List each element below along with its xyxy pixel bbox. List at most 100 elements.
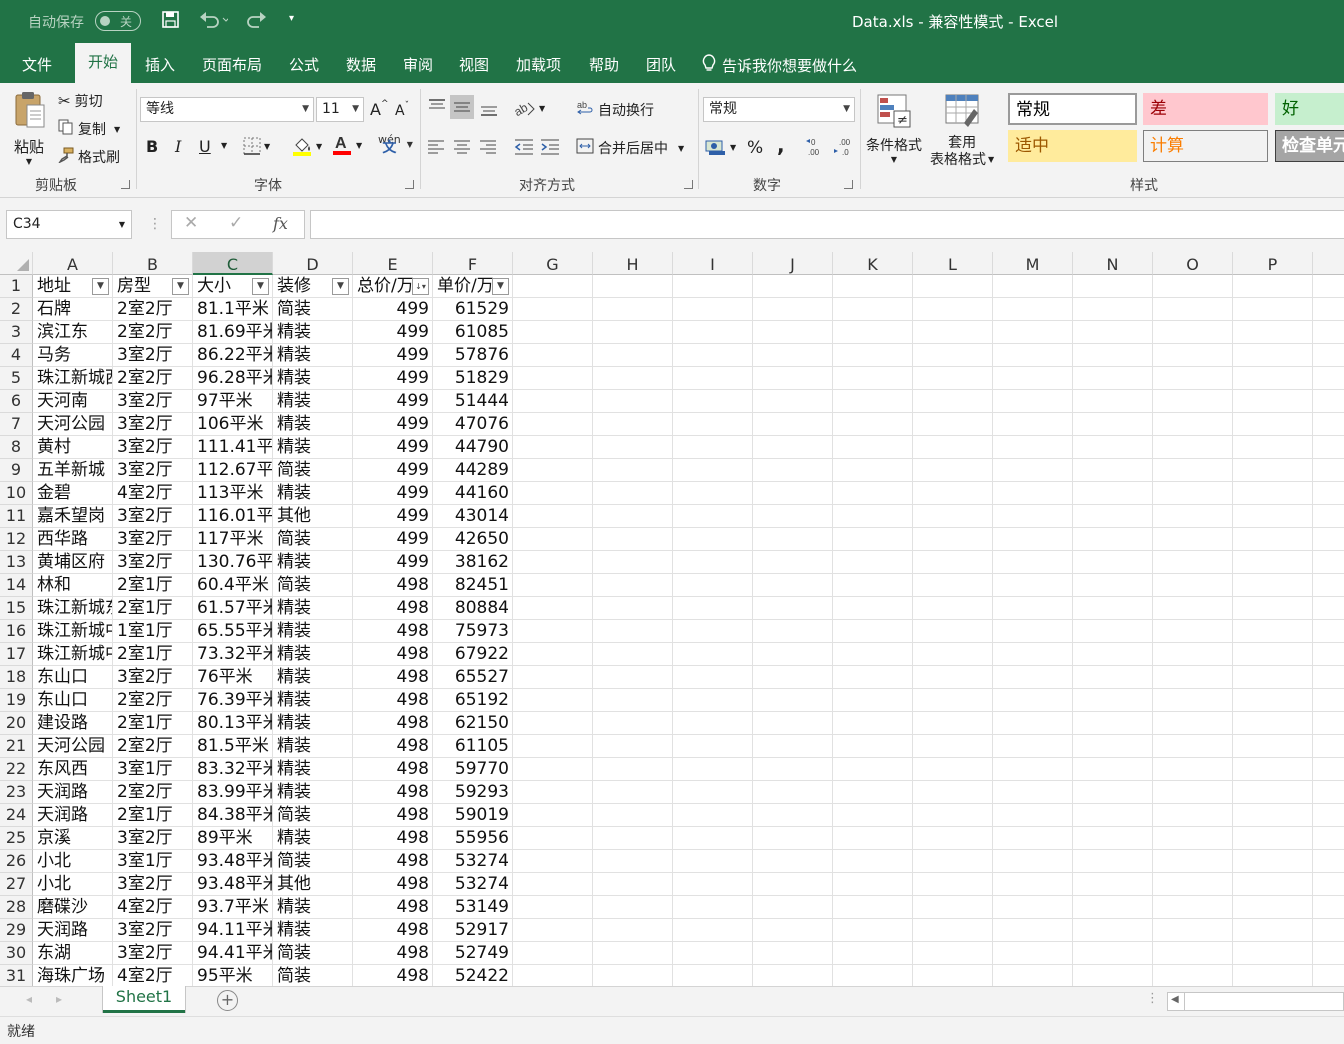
tab-view[interactable]: 视图 <box>459 54 489 75</box>
table-cell[interactable]: 其他 <box>273 505 353 528</box>
empty-cell[interactable] <box>1313 781 1344 804</box>
empty-cell[interactable] <box>1233 781 1313 804</box>
header-cell[interactable]: 地址 ▼ <box>33 275 113 298</box>
style-normal[interactable]: 常规 <box>1008 93 1137 125</box>
empty-cell[interactable] <box>1153 735 1233 758</box>
empty-cell[interactable] <box>593 942 673 965</box>
empty-cell[interactable] <box>753 965 833 986</box>
empty-cell[interactable] <box>753 574 833 597</box>
empty-cell[interactable] <box>593 551 673 574</box>
row-header[interactable]: 3 <box>0 321 33 344</box>
table-cell[interactable]: 82451 <box>433 574 513 597</box>
empty-cell[interactable] <box>1233 620 1313 643</box>
table-cell[interactable]: 61529 <box>433 298 513 321</box>
empty-cell[interactable] <box>1313 712 1344 735</box>
empty-cell[interactable] <box>993 712 1073 735</box>
name-box[interactable]: C34 ▼ <box>6 210 132 239</box>
empty-cell[interactable] <box>673 942 753 965</box>
table-cell[interactable]: 499 <box>353 344 433 367</box>
empty-cell[interactable] <box>753 482 833 505</box>
empty-cell[interactable] <box>1153 321 1233 344</box>
row-header[interactable]: 1 <box>0 275 33 298</box>
empty-cell[interactable] <box>1233 321 1313 344</box>
empty-cell[interactable] <box>1073 390 1153 413</box>
row-header[interactable]: 28 <box>0 896 33 919</box>
empty-cell[interactable] <box>1073 804 1153 827</box>
empty-cell[interactable] <box>1313 390 1344 413</box>
table-cell[interactable]: 天河公园 <box>33 413 113 436</box>
row-header[interactable]: 14 <box>0 574 33 597</box>
empty-cell[interactable] <box>1233 896 1313 919</box>
empty-cell[interactable] <box>1313 482 1344 505</box>
empty-cell[interactable] <box>673 528 753 551</box>
empty-cell[interactable] <box>593 781 673 804</box>
empty-cell[interactable] <box>1233 919 1313 942</box>
empty-cell[interactable] <box>1313 344 1344 367</box>
empty-cell[interactable] <box>833 827 913 850</box>
empty-cell[interactable] <box>1073 505 1153 528</box>
empty-cell[interactable] <box>1073 597 1153 620</box>
empty-cell[interactable] <box>833 942 913 965</box>
worksheet-grid[interactable]: A B C D E F G H I J K L M N O P 1 地址 ▼ 房型 ▼ 大小 ▼ 装修 ▼ 总价/万 ↓▾ 单价/万 ▼… <box>0 252 1344 986</box>
empty-cell[interactable] <box>673 597 753 620</box>
empty-cell[interactable] <box>993 735 1073 758</box>
empty-cell[interactable] <box>753 919 833 942</box>
empty-cell[interactable] <box>1313 413 1344 436</box>
empty-cell[interactable] <box>1233 942 1313 965</box>
empty-cell[interactable] <box>513 758 593 781</box>
cancel-icon[interactable]: ✕ <box>184 213 198 233</box>
empty-cell[interactable] <box>673 275 753 298</box>
filter-dropdown-icon[interactable]: ▼ <box>252 278 269 295</box>
empty-cell[interactable] <box>1313 574 1344 597</box>
table-cell[interactable]: 嘉禾望岗 <box>33 505 113 528</box>
empty-cell[interactable] <box>1233 528 1313 551</box>
empty-cell[interactable] <box>1073 942 1153 965</box>
table-cell[interactable]: 京溪 <box>33 827 113 850</box>
empty-cell[interactable] <box>1073 321 1153 344</box>
empty-cell[interactable] <box>913 919 993 942</box>
table-cell[interactable]: 498 <box>353 666 433 689</box>
empty-cell[interactable] <box>1233 413 1313 436</box>
customize-qat-icon[interactable]: ▾ <box>289 13 294 24</box>
empty-cell[interactable] <box>1313 597 1344 620</box>
table-cell[interactable]: 4室2厅 <box>113 896 193 919</box>
empty-cell[interactable] <box>833 712 913 735</box>
empty-cell[interactable] <box>1073 919 1153 942</box>
table-cell[interactable]: 3室2厅 <box>113 459 193 482</box>
row-header[interactable]: 31 <box>0 965 33 986</box>
table-cell[interactable]: 60.4平米 <box>193 574 273 597</box>
table-cell[interactable]: 498 <box>353 896 433 919</box>
table-cell[interactable]: 52917 <box>433 919 513 942</box>
empty-cell[interactable] <box>1073 367 1153 390</box>
empty-cell[interactable] <box>1073 620 1153 643</box>
table-cell[interactable]: 94.11平米 <box>193 919 273 942</box>
empty-cell[interactable] <box>1073 850 1153 873</box>
column-header-partial[interactable] <box>1313 252 1344 275</box>
empty-cell[interactable] <box>753 597 833 620</box>
table-cell[interactable]: 498 <box>353 574 433 597</box>
table-cell[interactable]: 3室2厅 <box>113 551 193 574</box>
empty-cell[interactable] <box>753 712 833 735</box>
empty-cell[interactable] <box>513 735 593 758</box>
table-cell[interactable]: 113平米 <box>193 482 273 505</box>
empty-cell[interactable] <box>593 528 673 551</box>
table-cell[interactable]: 精装 <box>273 919 353 942</box>
empty-cell[interactable] <box>833 574 913 597</box>
table-cell[interactable]: 75973 <box>433 620 513 643</box>
empty-cell[interactable] <box>673 758 753 781</box>
empty-cell[interactable] <box>1073 758 1153 781</box>
table-cell[interactable]: 498 <box>353 919 433 942</box>
insert-function-icon[interactable]: fx <box>273 214 288 233</box>
empty-cell[interactable] <box>1153 781 1233 804</box>
empty-cell[interactable] <box>1153 827 1233 850</box>
empty-cell[interactable] <box>1153 505 1233 528</box>
empty-cell[interactable] <box>673 551 753 574</box>
empty-cell[interactable] <box>993 574 1073 597</box>
empty-cell[interactable] <box>1073 689 1153 712</box>
empty-cell[interactable] <box>1313 804 1344 827</box>
wrap-text-button[interactable]: ab 自动换行 <box>576 99 654 121</box>
table-cell[interactable]: 498 <box>353 689 433 712</box>
table-cell[interactable]: 2室1厅 <box>113 643 193 666</box>
copy-button[interactable]: 复制 ▼ <box>58 119 120 139</box>
empty-cell[interactable] <box>993 643 1073 666</box>
